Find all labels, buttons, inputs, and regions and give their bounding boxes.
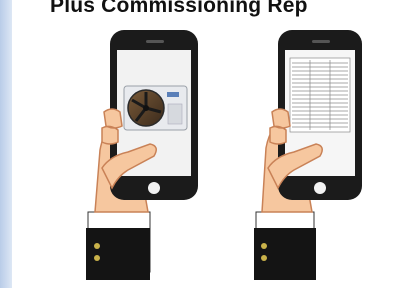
commissioning-illustration [86,30,362,280]
left-phone-icon [110,30,198,200]
right-phone-icon [278,30,362,200]
hand-holding-phone-report-icon [254,30,362,280]
commissioning-report-document [289,57,351,133]
right-sleeve [254,211,316,280]
left-sleeve [86,211,151,280]
outdoor-unit-photo [123,85,188,131]
hand-holding-phone-photo-icon [86,30,198,280]
